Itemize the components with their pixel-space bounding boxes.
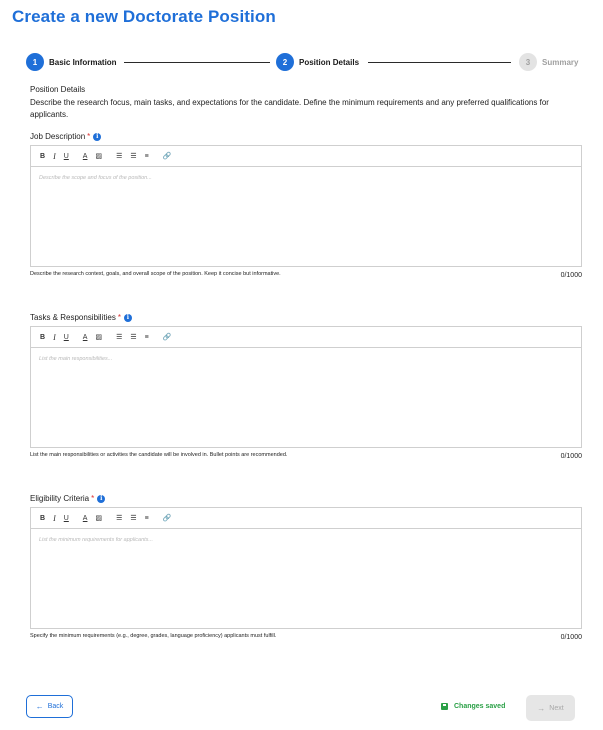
bold-button[interactable]: B bbox=[40, 334, 45, 341]
step-number: 2 bbox=[276, 53, 294, 71]
editor-toolbar: B I U A ▨ ☰ ☰ ≡ 🔗 bbox=[31, 146, 581, 167]
save-status: Changes saved bbox=[441, 703, 505, 710]
link-icon[interactable]: 🔗 bbox=[163, 152, 172, 160]
eligibility-editor: B I U A ▨ ☰ ☰ ≡ 🔗 List the minimum requi… bbox=[30, 507, 582, 629]
highlight-button[interactable]: ▨ bbox=[95, 152, 102, 160]
eligibility-help: Specify the minimum requirements (e.g., … bbox=[30, 633, 277, 639]
ordered-list-button[interactable]: ☰ bbox=[116, 333, 122, 341]
info-icon[interactable]: i bbox=[93, 132, 102, 141]
placeholder-text: List the minimum requirements for applic… bbox=[39, 537, 154, 543]
bullet-list-button[interactable]: ☰ bbox=[130, 514, 136, 522]
underline-button[interactable]: U bbox=[64, 515, 69, 522]
bullet-list-button[interactable]: ☰ bbox=[130, 333, 136, 341]
step-connector bbox=[124, 62, 270, 63]
tasks-editor: B I U A ▨ ☰ ☰ ≡ 🔗 List the main responsi… bbox=[30, 326, 582, 448]
tasks-input[interactable]: List the main responsibilities... bbox=[31, 348, 581, 447]
job-description-label: Job Description * i bbox=[30, 132, 102, 141]
text-color-button[interactable]: A bbox=[83, 334, 88, 341]
underline-button[interactable]: U bbox=[64, 153, 69, 160]
section-title: Position Details bbox=[30, 85, 86, 94]
bold-button[interactable]: B bbox=[40, 515, 45, 522]
link-icon[interactable]: 🔗 bbox=[163, 333, 172, 341]
next-button-label: Next bbox=[549, 704, 564, 712]
char-counter: 0/1000 bbox=[560, 634, 582, 641]
eligibility-label: Eligibility Criteria * i bbox=[30, 494, 106, 503]
back-button-label: Back bbox=[47, 703, 64, 710]
arrow-left-icon: ← bbox=[35, 702, 44, 711]
section-description: Describe the research focus, main tasks,… bbox=[30, 98, 549, 119]
ordered-list-button[interactable]: ☰ bbox=[116, 152, 122, 160]
tasks-label: Tasks & Responsibilities * i bbox=[30, 313, 132, 322]
link-icon[interactable]: 🔗 bbox=[163, 514, 172, 522]
required-mark: * bbox=[87, 132, 91, 141]
step-label: Basic Information bbox=[49, 57, 117, 67]
editor-toolbar: B I U A ▨ ☰ ☰ ≡ 🔗 bbox=[31, 327, 581, 348]
align-button[interactable]: ≡ bbox=[145, 153, 149, 160]
align-button[interactable]: ≡ bbox=[145, 334, 149, 341]
job-description-input[interactable]: Describe the scope and focus of the posi… bbox=[31, 167, 581, 266]
step-label: Position Details bbox=[299, 57, 360, 67]
placeholder-text: Describe the scope and focus of the posi… bbox=[39, 175, 152, 181]
save-status-label: Changes saved bbox=[454, 703, 506, 710]
step-number: 1 bbox=[26, 53, 44, 71]
align-button[interactable]: ≡ bbox=[145, 515, 149, 522]
editor-toolbar: B I U A ▨ ☰ ☰ ≡ 🔗 bbox=[31, 508, 581, 529]
text-color-button[interactable]: A bbox=[83, 515, 88, 522]
info-icon[interactable]: i bbox=[97, 494, 106, 503]
field-label-text: Eligibility Criteria bbox=[30, 494, 90, 503]
job-description-editor: B I U A ▨ ☰ ☰ ≡ 🔗 Describe the scope and… bbox=[30, 145, 582, 267]
arrow-right-icon: → bbox=[537, 703, 546, 713]
step-position-details[interactable]: 2 Position Details bbox=[276, 53, 359, 71]
italic-button[interactable]: I bbox=[53, 333, 56, 342]
required-mark: * bbox=[91, 494, 95, 503]
italic-button[interactable]: I bbox=[53, 152, 56, 161]
next-button[interactable]: → Next bbox=[526, 695, 575, 721]
job-description-help: Describe the research context, goals, an… bbox=[30, 271, 281, 277]
page-title: Create a new Doctorate Position bbox=[12, 7, 276, 26]
ordered-list-button[interactable]: ☰ bbox=[116, 514, 122, 522]
highlight-button[interactable]: ▨ bbox=[95, 514, 102, 522]
eligibility-input[interactable]: List the minimum requirements for applic… bbox=[31, 529, 581, 628]
step-label: Summary bbox=[542, 57, 579, 67]
field-label-text: Tasks & Responsibilities bbox=[30, 313, 116, 322]
highlight-button[interactable]: ▨ bbox=[95, 333, 102, 341]
step-number: 3 bbox=[519, 53, 537, 71]
back-button[interactable]: ← Back bbox=[26, 695, 73, 718]
placeholder-text: List the main responsibilities... bbox=[39, 356, 113, 362]
info-icon[interactable]: i bbox=[123, 313, 132, 322]
text-color-button[interactable]: A bbox=[83, 153, 88, 160]
underline-button[interactable]: U bbox=[64, 334, 69, 341]
save-icon bbox=[441, 703, 448, 710]
bold-button[interactable]: B bbox=[40, 153, 45, 160]
step-summary: 3 Summary bbox=[519, 53, 578, 71]
stepper: 1 Basic Information 2 Position Details 3… bbox=[26, 53, 582, 71]
field-label-text: Job Description bbox=[30, 132, 86, 141]
tasks-help: List the main responsibilities or activi… bbox=[30, 452, 288, 458]
char-counter: 0/1000 bbox=[560, 453, 582, 460]
step-basic-information[interactable]: 1 Basic Information bbox=[26, 53, 117, 71]
char-counter: 0/1000 bbox=[560, 272, 582, 279]
italic-button[interactable]: I bbox=[53, 514, 56, 523]
required-mark: * bbox=[117, 313, 121, 322]
bullet-list-button[interactable]: ☰ bbox=[130, 152, 136, 160]
step-connector bbox=[368, 62, 511, 63]
